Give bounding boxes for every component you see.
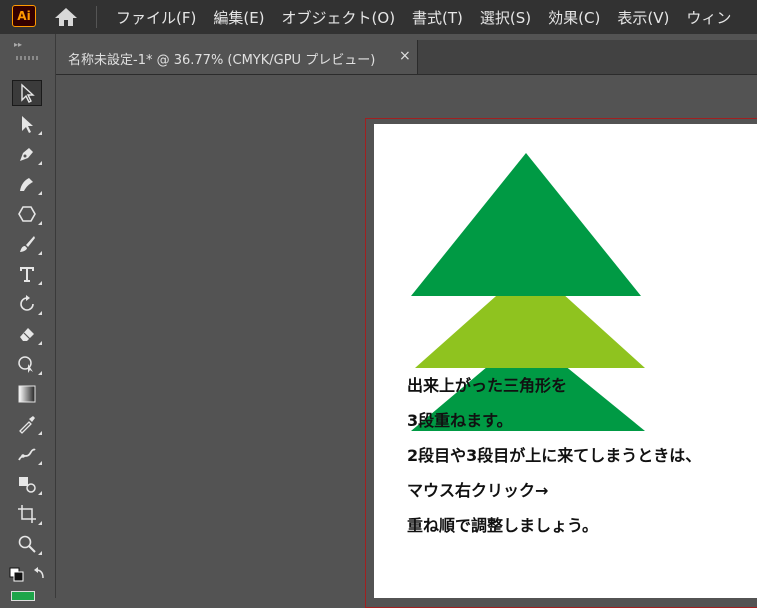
menu-select[interactable]: 選択(S) bbox=[480, 7, 531, 28]
gradient-tool[interactable] bbox=[12, 381, 42, 407]
top-triangle[interactable] bbox=[411, 153, 641, 296]
menu-edit[interactable]: 編集(E) bbox=[213, 7, 264, 28]
selection-tool[interactable] bbox=[12, 80, 42, 106]
rotate-icon bbox=[20, 295, 34, 311]
menu-bar: Ai ファイル(F) 編集(E) オブジェクト(O) 書式(T) 選択(S) 効… bbox=[0, 0, 757, 34]
symbol-sprayer-tool[interactable] bbox=[12, 471, 42, 497]
eyedropper-tool[interactable] bbox=[12, 411, 42, 437]
artwork-text-line[interactable]: マウス右クリック→ bbox=[407, 477, 548, 501]
collapse-icon[interactable]: ▸▸ bbox=[14, 40, 28, 49]
direct-selection-icon bbox=[22, 116, 33, 133]
menu-window[interactable]: ウィン bbox=[686, 7, 731, 28]
tools-panel: ▸▸ bbox=[0, 34, 56, 601]
menu-type[interactable]: 書式(T) bbox=[412, 7, 463, 28]
direct-selection-tool[interactable] bbox=[12, 111, 42, 137]
menu-view[interactable]: 表示(V) bbox=[617, 7, 669, 28]
close-icon[interactable]: × bbox=[399, 48, 411, 64]
selection-arrow-icon bbox=[21, 83, 35, 103]
artwork-text-line[interactable]: 3段重ねます。 bbox=[407, 407, 513, 431]
fill-color-swatch[interactable] bbox=[11, 591, 35, 601]
shape-builder-tool[interactable] bbox=[12, 351, 42, 377]
app-logo[interactable]: Ai bbox=[12, 5, 36, 27]
eraser-icon bbox=[20, 328, 34, 341]
artboard-icon bbox=[18, 505, 36, 523]
shape-builder-icon bbox=[18, 356, 33, 373]
shape-tool[interactable] bbox=[12, 201, 42, 227]
artwork-text-line[interactable]: 重ね順で調整しましょう。 bbox=[407, 512, 598, 536]
symbol-sprayer-icon bbox=[19, 477, 36, 493]
menu-object[interactable]: オブジェクト(O) bbox=[282, 7, 396, 28]
pen-icon bbox=[20, 148, 33, 161]
swap-fill-stroke-icon bbox=[9, 567, 44, 582]
zoom-tool[interactable] bbox=[12, 531, 42, 557]
document-tab[interactable]: 名称未設定-1* @ 36.77% (CMYK/GPU プレビュー) × bbox=[56, 40, 418, 74]
pen-tool[interactable] bbox=[12, 141, 42, 167]
artboard-tool[interactable] bbox=[12, 501, 42, 527]
menu-effect[interactable]: 効果(C) bbox=[548, 7, 600, 28]
artwork-text-line[interactable]: 出来上がった三角形を bbox=[407, 372, 567, 396]
menu-separator bbox=[96, 6, 97, 28]
eyedropper-icon bbox=[19, 416, 35, 434]
hexagon-icon bbox=[18, 206, 36, 222]
home-icon[interactable] bbox=[53, 6, 79, 28]
paintbrush-icon bbox=[20, 236, 35, 252]
main-menu: ファイル(F) 編集(E) オブジェクト(O) 書式(T) 選択(S) 効果(C… bbox=[116, 0, 748, 34]
artwork-text-line[interactable]: 2段目や3段目が上に来てしまうときは、 bbox=[407, 442, 701, 466]
paintbrush-tool[interactable] bbox=[12, 231, 42, 257]
canvas-area[interactable]: 出来上がった三角形を 3段重ねます。 2段目や3段目が上に来てしまうときは、 マ… bbox=[56, 75, 757, 608]
type-tool[interactable] bbox=[12, 261, 42, 287]
gradient-icon bbox=[18, 385, 36, 403]
eraser-tool[interactable] bbox=[12, 321, 42, 347]
curvature-tool[interactable] bbox=[12, 171, 42, 197]
type-icon bbox=[20, 267, 34, 282]
document-tab-bar: 名称未設定-1* @ 36.77% (CMYK/GPU プレビュー) × bbox=[56, 40, 757, 75]
rotate-tool[interactable] bbox=[12, 291, 42, 317]
puppet-warp-tool[interactable] bbox=[12, 441, 42, 467]
fill-stroke-control[interactable] bbox=[8, 563, 48, 589]
panel-grip[interactable] bbox=[16, 56, 40, 60]
puppet-warp-icon bbox=[18, 448, 36, 461]
menu-file[interactable]: ファイル(F) bbox=[116, 7, 196, 28]
zoom-icon bbox=[18, 535, 36, 553]
document-tab-title: 名称未設定-1* @ 36.77% (CMYK/GPU プレビュー) bbox=[68, 53, 376, 68]
curvature-pen-icon bbox=[20, 178, 33, 191]
